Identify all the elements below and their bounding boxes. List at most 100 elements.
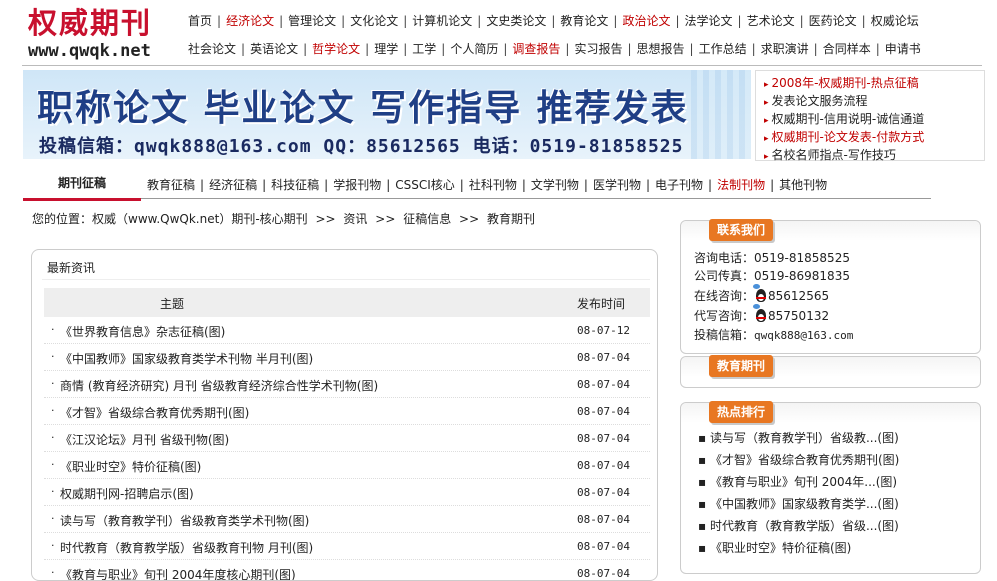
nav-link[interactable]: 求职演讲	[756, 42, 814, 56]
nav-link[interactable]: 申请书	[880, 42, 926, 56]
news-title-link[interactable]: 《江汉论坛》月刊 省级刊物(图)	[60, 431, 229, 448]
nav-link[interactable]: 社会论文	[183, 42, 241, 56]
education-panel-tag[interactable]: 教育期刊	[709, 355, 774, 377]
nav-link[interactable]: 合同样本	[818, 42, 876, 56]
news-row: · 《中国教师》国家级教育类学术刊物 半月刊(图) 08-07-04	[44, 344, 650, 371]
category-link[interactable]: 文学刊物	[526, 178, 584, 192]
side-link[interactable]: ▸ 2008年-权威期刊-热点征稿	[764, 74, 984, 92]
hot-item[interactable]: ▪ 读与写（教育教学刊）省级教...(图)	[698, 427, 899, 449]
nav-link[interactable]: 理学	[369, 42, 403, 56]
news-row: · 《教育与职业》旬刊 2004年度核心期刊(图) 08-07-04	[44, 560, 650, 580]
news-date: 08-07-04	[577, 351, 630, 364]
breadcrumb-item[interactable]: 教育期刊	[487, 212, 535, 226]
news-title-link[interactable]: 《中国教师》国家级教育类学术刊物 半月刊(图)	[60, 350, 313, 367]
category-link[interactable]: 其他刊物	[774, 178, 832, 192]
arrow-icon: ▸	[764, 152, 769, 162]
news-title-link[interactable]: 《才智》省级综合教育优秀期刊(图)	[60, 404, 249, 421]
hot-item[interactable]: ▪ 《中国教师》国家级教育类学...(图)	[698, 493, 899, 515]
nav-link[interactable]: 计算机论文	[407, 14, 477, 28]
news-title-link[interactable]: 权威期刊网-招聘启示(图)	[60, 485, 194, 502]
breadcrumb-item[interactable]: 征稿信息	[403, 212, 451, 226]
breadcrumb-sep: >>	[459, 212, 480, 226]
nav-link[interactable]: 调查报告	[507, 42, 565, 56]
breadcrumb-sep: >>	[375, 212, 396, 226]
nav-link[interactable]: 法学论文	[680, 14, 738, 28]
category-link[interactable]: 社科刊物	[464, 178, 522, 192]
nav-link[interactable]: 首页	[183, 14, 217, 28]
latest-news-panel: 最新资讯 主题 发布时间 · 《世界教育信息》杂志征稿(图) 08-07-12 · 《中…	[31, 249, 658, 581]
news-divider	[42, 279, 650, 280]
hot-item-label: 读与写（教育教学刊）省级教...(图)	[709, 431, 899, 445]
contact-panel-tag: 联系我们	[709, 219, 774, 241]
category-link[interactable]: 电子刊物	[650, 178, 708, 192]
news-title-link[interactable]: 时代教育（教育教学版）省级教育刊物 月刊(图)	[60, 539, 313, 556]
online-qq[interactable]: 85612565	[768, 289, 829, 303]
logo-url: www.qwqk.net	[28, 41, 151, 61]
category-link[interactable]: CSSCI核心	[390, 178, 460, 192]
news-row: · 《江汉论坛》月刊 省级刊物(图) 08-07-04	[44, 425, 650, 452]
side-link[interactable]: ▸ 名校名师指点-写作技巧	[764, 146, 984, 164]
nav-link[interactable]: 实习报告	[569, 42, 627, 56]
hot-item[interactable]: ▪ 时代教育（教育教学版）省级...(图)	[698, 515, 899, 537]
site-logo[interactable]: 权威期刊 www.qwqk.net	[28, 6, 178, 64]
promo-banner[interactable]: 职称论文 毕业论文 写作指导 推荐发表 投稿信箱：qwqk888@163.com…	[23, 70, 751, 159]
email-value[interactable]: qwqk888@163.com	[754, 329, 853, 342]
breadcrumb-item[interactable]: 资讯	[343, 212, 367, 226]
education-journals-panel: 教育期刊	[680, 355, 981, 388]
category-bar-title[interactable]: 期刊征稿	[23, 172, 141, 201]
news-title-link[interactable]: 《职业时空》特价征稿(图)	[60, 458, 201, 475]
agent-qq[interactable]: 85750132	[768, 309, 829, 323]
contact-phone: 咨询电话：0519-81858525	[694, 249, 850, 266]
side-link[interactable]: ▸ 权威期刊-论文发表-付款方式	[764, 128, 984, 146]
breadcrumb-prefix[interactable]: 您的位置：权威（www.QwQk.net）期刊-核心期刊	[32, 212, 308, 226]
side-links-box: ▸ 2008年-权威期刊-热点征稿 ▸ 发表论文服务流程 ▸ 权威期刊-信用说明-诚信通道…	[755, 70, 985, 164]
qq-penguin-icon[interactable]	[753, 304, 768, 323]
nav-link[interactable]: 经济论文	[221, 14, 279, 28]
nav-link[interactable]: 个人简历	[445, 42, 503, 56]
news-title-link[interactable]: 《教育与职业》旬刊 2004年度核心期刊(图)	[60, 566, 296, 580]
qq-penguin-icon[interactable]	[753, 284, 768, 303]
nav-link[interactable]: 文史类论文	[481, 14, 551, 28]
category-link[interactable]: 教育征稿	[142, 178, 200, 192]
hot-item[interactable]: ▪ 《才智》省级综合教育优秀期刊(图)	[698, 449, 899, 471]
category-link[interactable]: 学报刊物	[328, 178, 386, 192]
category-link[interactable]: 科技征稿	[266, 178, 324, 192]
news-date: 08-07-04	[577, 540, 630, 553]
news-title-link[interactable]: 商情 (教育经济研究) 月刊 省级教育经济综合性学术刊物(图)	[60, 377, 378, 394]
nav-link[interactable]: 英语论文	[245, 42, 303, 56]
bullet-icon: ▪	[698, 453, 710, 467]
category-link[interactable]: 经济征稿	[204, 178, 262, 192]
nav-link[interactable]: 工学	[407, 42, 441, 56]
hot-item[interactable]: ▪ 《职业时空》特价征稿(图)	[698, 537, 899, 559]
nav-link[interactable]: 艺术论文	[742, 14, 800, 28]
category-links: 教育征稿 | 经济征稿 | 科技征稿 | 学报刊物 | CSSCI核心 | 社科刊物 | 文学刊物 | 医学…	[142, 175, 832, 195]
news-date: 08-07-04	[577, 567, 630, 580]
news-date: 08-07-04	[577, 432, 630, 445]
hot-item[interactable]: ▪ 《教育与职业》旬刊 2004年...(图)	[698, 471, 899, 493]
side-link-label: 权威期刊-论文发表-付款方式	[771, 130, 925, 144]
bullet-icon: ·	[51, 458, 55, 471]
nav-link[interactable]: 工作总结	[694, 42, 752, 56]
side-link[interactable]: ▸ 发表论文服务流程	[764, 92, 984, 110]
breadcrumb: 您的位置：权威（www.QwQk.net）期刊-核心期刊 >> 资讯 >> 征稿…	[32, 210, 539, 227]
bullet-icon: ·	[51, 512, 55, 525]
nav-link[interactable]: 思想报告	[632, 42, 690, 56]
side-link[interactable]: ▸ 权威期刊-信用说明-诚信通道	[764, 110, 984, 128]
fax-label: 公司传真：	[694, 269, 755, 283]
top-nav-row-1: 首页 | 经济论文 | 管理论文 | 文化论文 | 计算机论文 | 文史类论文 | 教育论文 | 政治论文 |…	[183, 11, 924, 31]
category-link[interactable]: 医学刊物	[588, 178, 646, 192]
category-link[interactable]: 法制刊物	[712, 178, 770, 192]
news-title-link[interactable]: 《世界教育信息》杂志征稿(图)	[60, 323, 225, 340]
nav-separator: |	[627, 42, 632, 56]
news-panel-title: 最新资讯	[47, 261, 96, 275]
nav-link[interactable]: 医药论文	[804, 14, 862, 28]
nav-link[interactable]: 文化论文	[345, 14, 403, 28]
nav-link[interactable]: 哲学论文	[307, 42, 365, 56]
nav-link[interactable]: 管理论文	[283, 14, 341, 28]
nav-link[interactable]: 权威论坛	[866, 14, 924, 28]
hot-item-label: 《才智》省级综合教育优秀期刊(图)	[709, 453, 900, 467]
news-title-link[interactable]: 读与写（教育教学刊）省级教育类学术刊物(图)	[60, 512, 309, 529]
nav-separator: |	[689, 42, 694, 56]
nav-link[interactable]: 政治论文	[617, 14, 675, 28]
nav-link[interactable]: 教育论文	[555, 14, 613, 28]
